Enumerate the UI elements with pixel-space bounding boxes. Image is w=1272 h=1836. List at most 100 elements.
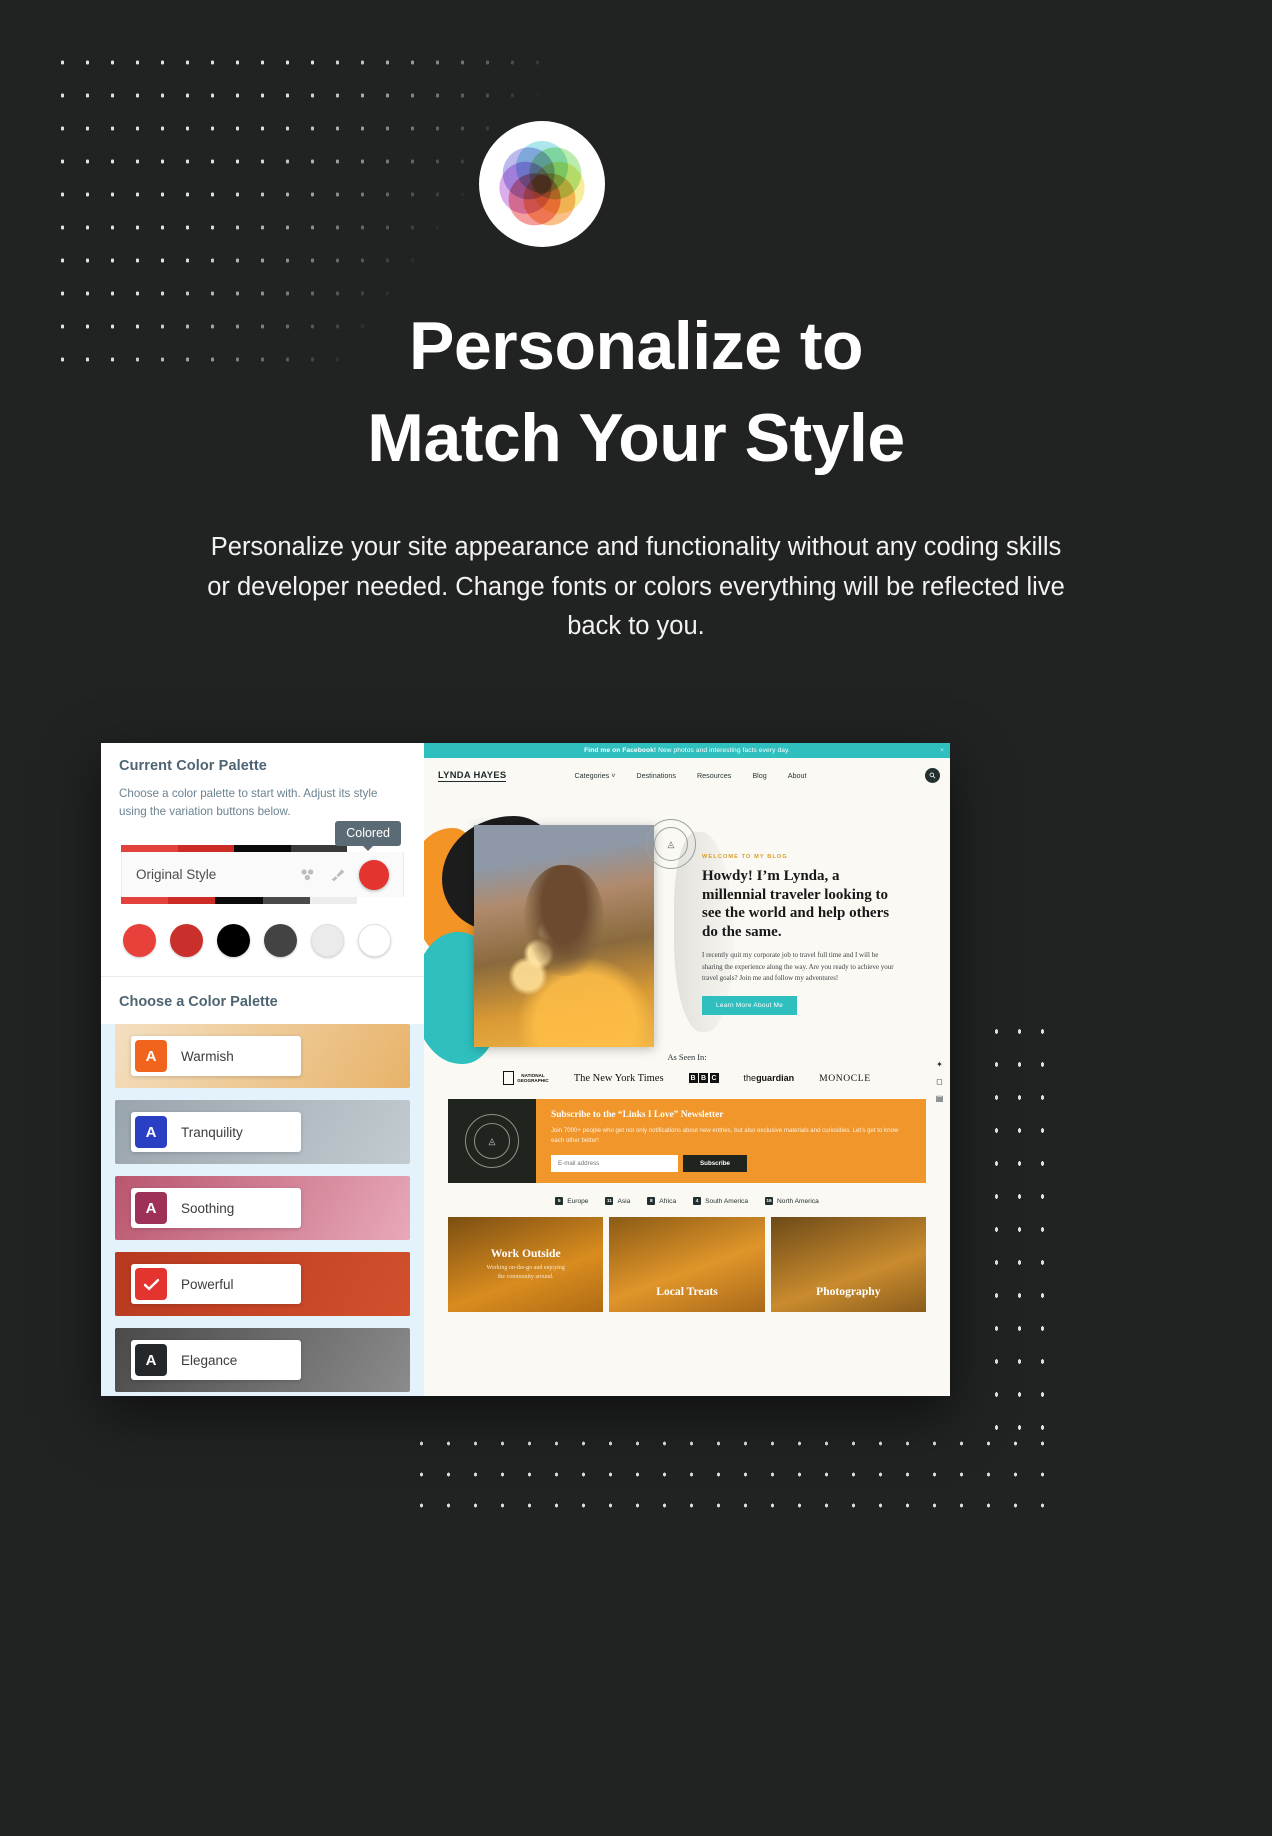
tag-count: 4 xyxy=(693,1197,702,1205)
palette-item[interactable]: A Tranquility xyxy=(115,1100,410,1164)
palette-chip: A Soothing xyxy=(131,1188,301,1228)
continent-tag[interactable]: 16 North America xyxy=(765,1197,819,1205)
style-bar-segment xyxy=(347,845,404,852)
search-icon[interactable] xyxy=(925,767,940,783)
panel-title: Current Color Palette xyxy=(119,758,267,774)
tag-label: Africa xyxy=(659,1197,677,1205)
palette-letter-icon: A xyxy=(135,1040,167,1072)
dot-grid-bottom xyxy=(408,1428,1048,1523)
style-bar-segment xyxy=(121,845,178,852)
tag-label: Asia xyxy=(617,1197,631,1205)
style-tooltip: Colored xyxy=(335,821,401,851)
palette-chip: A Elegance xyxy=(131,1340,301,1380)
palette-letter-icon: A xyxy=(135,1344,167,1376)
nav-link[interactable]: About xyxy=(788,771,807,780)
newsletter-body: Join 7000+ people who get not only notif… xyxy=(551,1127,899,1144)
paintbrush-icon[interactable] xyxy=(329,866,346,883)
color-palette-panel: Current Color Palette Choose a color pal… xyxy=(101,743,424,1396)
color-swatch[interactable] xyxy=(264,924,297,957)
bbc-logo: BBC xyxy=(688,1073,719,1083)
national-geographic-logo: NATIONAL GEOGRAPHIC xyxy=(503,1071,549,1085)
palette-item[interactable]: A Warmish xyxy=(115,1024,410,1088)
style-bar-segment xyxy=(121,897,169,904)
category-card[interactable]: Work Outside Working on-the-go and enjoyi… xyxy=(448,1217,604,1312)
palette-chip: A Tranquility xyxy=(131,1112,301,1152)
current-style-card[interactable]: Original Style Colored xyxy=(121,821,405,904)
nav-links[interactable]: Categories ˅ Destinations Resources Blog Abo… xyxy=(574,771,806,780)
subscribe-button[interactable]: Subscribe xyxy=(683,1155,747,1172)
monocle-logo: MONOCLE xyxy=(819,1072,871,1084)
continent-tag[interactable]: 11 Asia xyxy=(605,1197,630,1205)
palette-item[interactable]: A Elegance xyxy=(115,1328,410,1392)
newsletter-section: ◬ Subscribe to the “Links I Love” Newsle… xyxy=(448,1099,926,1183)
newsletter-heading: Subscribe to the “Links I Love” Newslett… xyxy=(551,1110,724,1120)
instagram-icon[interactable]: ◻ xyxy=(935,1077,944,1086)
color-swatch[interactable] xyxy=(311,924,344,957)
style-bar-bottom xyxy=(121,897,405,904)
palette-item[interactable]: Powerful xyxy=(115,1252,410,1316)
panel-description: Choose a color palette to start with. Ad… xyxy=(119,787,378,818)
style-bar-top xyxy=(121,845,404,852)
continent-tag[interactable]: 5 Europe xyxy=(555,1197,588,1205)
current-style-label: Original Style xyxy=(136,867,217,882)
category-card[interactable]: Photography xyxy=(770,1217,926,1312)
page-subtitle: Personalize your site appearance and fun… xyxy=(207,533,1065,640)
new-york-times-logo: The New York Times xyxy=(573,1072,664,1084)
current-style-row[interactable]: Original Style Colored xyxy=(121,821,404,897)
palette-item[interactable]: A Soothing xyxy=(115,1176,410,1240)
palette-chip: A Warmish xyxy=(131,1036,301,1076)
dot-grid-right xyxy=(985,1015,1045,1435)
learn-more-button[interactable]: Learn More About Me xyxy=(702,995,798,1015)
palette-chip: Powerful xyxy=(131,1264,301,1304)
logo-petals xyxy=(494,136,590,232)
palette-name: Elegance xyxy=(181,1352,238,1368)
twitter-icon[interactable]: ✦ xyxy=(935,1060,944,1069)
page-title: Personalize to Match Your Style xyxy=(0,300,1272,484)
nav-link[interactable]: Destinations xyxy=(636,771,676,780)
color-swatch[interactable] xyxy=(358,924,391,957)
color-dots-icon[interactable] xyxy=(299,866,316,883)
email-field[interactable] xyxy=(551,1155,678,1172)
newsletter-seal: ◬ xyxy=(448,1099,536,1183)
invert-colors-icon[interactable] xyxy=(359,859,389,890)
continent-tag[interactable]: 8 Africa xyxy=(647,1197,676,1205)
palette-name: Warmish xyxy=(181,1048,234,1064)
the-guardian-logo: theguardian xyxy=(743,1073,795,1083)
color-swatch[interactable] xyxy=(170,924,203,957)
palette-letter-icon: A xyxy=(135,1116,167,1148)
site-navbar: LYNDA HAYES Categories ˅ Destinations Reso… xyxy=(424,758,950,792)
color-swatch[interactable] xyxy=(123,924,156,957)
tag-count: 11 xyxy=(605,1197,614,1205)
tag-count: 8 xyxy=(647,1197,656,1205)
nav-link[interactable]: Blog xyxy=(752,771,766,780)
facebook-icon[interactable]: ▤ xyxy=(935,1094,944,1103)
close-icon[interactable]: × xyxy=(940,747,944,754)
continent-tag[interactable]: 4 South America xyxy=(693,1197,748,1205)
tag-label: South America xyxy=(705,1197,749,1205)
facebook-notice-bar[interactable]: Find me on Facebook! New photos and inte… xyxy=(424,743,950,758)
palette-name: Tranquility xyxy=(181,1124,243,1140)
style-bar-segment xyxy=(168,897,216,904)
palette-name: Soothing xyxy=(181,1200,235,1216)
notice-bold: Find me on Facebook! xyxy=(584,747,657,754)
tag-label: Europe xyxy=(567,1197,589,1205)
logo-petal xyxy=(502,147,555,200)
social-icon-bar[interactable]: ✦ ◻ ▤ xyxy=(935,1060,944,1103)
palette-list[interactable]: A Warmish A Tranquility A Soothing Powerful A El… xyxy=(101,1024,424,1396)
nav-link[interactable]: Categories ˅ xyxy=(574,771,615,780)
style-bar-segment xyxy=(234,845,291,852)
color-swatch[interactable] xyxy=(217,924,250,957)
as-seen-in-section: As Seen In: NATIONAL GEOGRAPHIC The New Y… xyxy=(424,1053,950,1085)
hero-eyebrow: WELCOME TO MY BLOG xyxy=(702,854,788,860)
category-card-row[interactable]: Work Outside Working on-the-go and enjoyi… xyxy=(448,1217,926,1312)
category-card[interactable]: Local Treats xyxy=(609,1217,765,1312)
site-brand[interactable]: LYNDA HAYES xyxy=(438,769,507,782)
nav-link[interactable]: Resources xyxy=(697,771,731,780)
card-title: Work Outside xyxy=(490,1247,561,1260)
notice-text: New photos and interesting facts every d… xyxy=(656,747,790,754)
site-hero: ◬ WELCOME TO MY BLOG Howdy! I’m Lynda, a… xyxy=(424,792,950,1103)
as-seen-in-title: As Seen In: xyxy=(667,1053,707,1062)
style-bar-segment xyxy=(309,897,357,904)
color-swatch-row[interactable] xyxy=(101,904,424,976)
continent-tag-row[interactable]: 5 Europe 11 Asia 8 Africa 4 South America 16 Nort… xyxy=(424,1197,950,1205)
